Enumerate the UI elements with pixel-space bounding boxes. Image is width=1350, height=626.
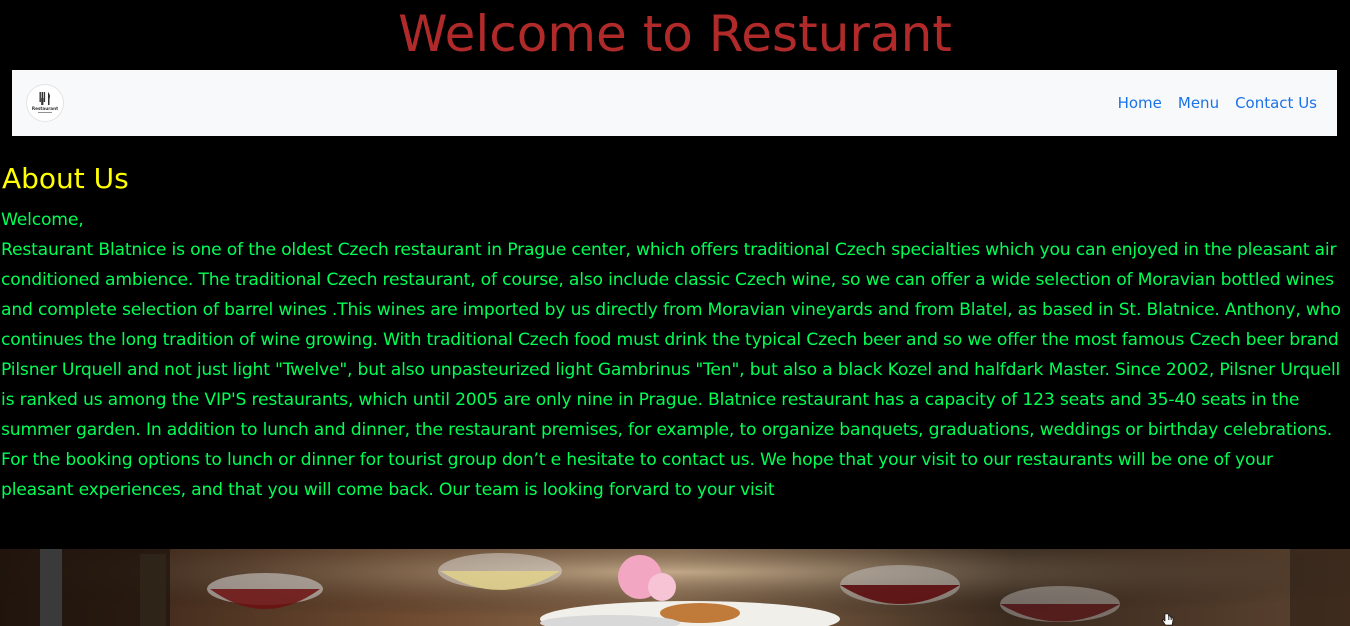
navbar: Restaurant Home Menu Contact Us <box>12 70 1337 136</box>
about-heading: About Us <box>2 162 129 195</box>
about-greeting: Welcome, <box>1 210 84 230</box>
nav-links: Home Menu Contact Us <box>1102 70 1317 136</box>
hand-cursor-icon <box>1162 612 1174 626</box>
about-body: Restaurant Blatnice is one of the oldest… <box>1 240 1341 500</box>
about-text: Welcome, Restaurant Blatnice is one of t… <box>1 205 1347 505</box>
restaurant-hero-image <box>0 549 1350 626</box>
logo-text: Restaurant <box>32 106 58 111</box>
nav-link-menu[interactable]: Menu <box>1178 94 1219 112</box>
nav-link-contact-us[interactable]: Contact Us <box>1235 94 1317 112</box>
restaurant-logo-icon[interactable]: Restaurant <box>26 84 64 122</box>
nav-link-home[interactable]: Home <box>1118 94 1162 112</box>
page-title: Welcome to Resturant <box>398 5 952 63</box>
